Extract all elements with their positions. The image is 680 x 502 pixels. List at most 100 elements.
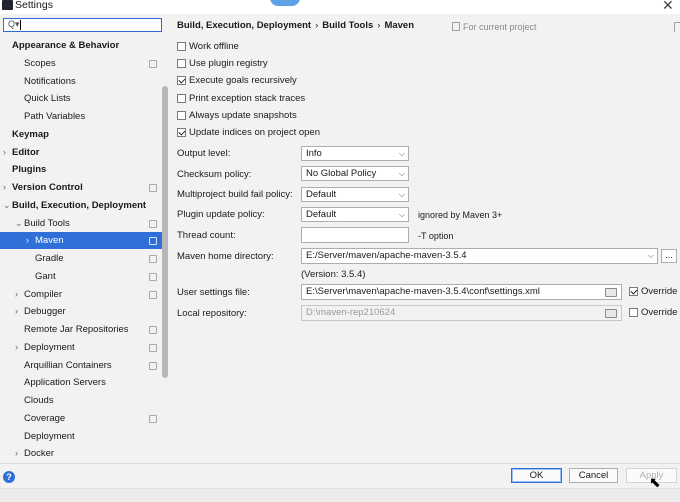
search-icon: Q▾ xyxy=(8,19,20,29)
folder-icon xyxy=(605,309,617,318)
chevron-down-icon: ⌵ xyxy=(398,149,405,158)
tree-item[interactable]: Appearance & Behavior xyxy=(0,37,162,54)
tree-item-label: Maven xyxy=(35,235,64,247)
project-scope-icon xyxy=(149,59,157,68)
checkbox-box[interactable] xyxy=(177,42,186,51)
project-scope-icon xyxy=(149,326,157,334)
chevron-right-icon[interactable]: › xyxy=(3,179,6,196)
tree-item-label: Editor xyxy=(12,146,40,158)
tree-item-label: Compiler xyxy=(24,288,63,300)
chevron-right-icon[interactable]: › xyxy=(26,232,29,249)
tree-item[interactable]: › Version Control xyxy=(0,179,162,196)
tree-item[interactable]: Arquillian Containers xyxy=(0,357,162,374)
checkbox-box[interactable] xyxy=(177,93,186,103)
tree-item[interactable]: Gradle xyxy=(0,250,162,267)
tree-item[interactable]: Clouds xyxy=(0,392,162,409)
option-checkbox[interactable]: Always update snapshots xyxy=(177,110,297,124)
folder-icon[interactable] xyxy=(605,288,617,297)
tree-item[interactable]: Plugins xyxy=(0,161,162,178)
chevron-right-icon[interactable]: › xyxy=(15,303,18,320)
chevron-right-icon[interactable]: › xyxy=(15,445,18,462)
tree-item[interactable]: Application Servers xyxy=(0,374,162,391)
tree-item[interactable]: Quick Lists xyxy=(0,90,162,107)
checkbox-box[interactable] xyxy=(177,76,186,86)
search-input[interactable]: Q▾ xyxy=(3,18,162,32)
output-level-value: Info xyxy=(306,148,322,159)
tree-item[interactable]: › Editor xyxy=(0,144,162,161)
browse-maven-home-button[interactable]: ... xyxy=(661,249,677,263)
window-title: Settings xyxy=(15,0,53,11)
tree-item[interactable]: › Debugger xyxy=(0,303,162,320)
chevron-down-icon[interactable]: ⌄ xyxy=(3,197,11,214)
tree-item-label: Appearance & Behavior xyxy=(12,40,120,51)
output-level-select[interactable]: Info ⌵ xyxy=(301,146,409,161)
tree-item[interactable]: Gant xyxy=(0,268,162,285)
tree-item-label: Docker xyxy=(24,448,55,460)
option-checkbox[interactable]: Work offline xyxy=(177,41,239,55)
checkbox-label: Use plugin registry xyxy=(189,58,268,70)
option-checkbox[interactable]: Update indices on project open xyxy=(177,127,320,141)
local-repository-override-checkbox[interactable]: Override xyxy=(629,307,677,321)
checkbox-box[interactable] xyxy=(177,110,186,120)
maven-home-select[interactable]: E:/Server/maven/apache-maven-3.5.4 ⌵ xyxy=(301,248,658,264)
checksum-policy-select[interactable]: No Global Policy ⌵ xyxy=(301,166,409,181)
for-current-project-note: For current project xyxy=(452,22,537,32)
project-icon xyxy=(452,22,460,31)
tree-item[interactable]: Remote Jar Repositories xyxy=(0,321,162,338)
plugin-update-policy-label: Plugin update policy: xyxy=(177,209,265,220)
app-icon xyxy=(2,0,13,10)
tree-item-label: Scopes xyxy=(24,57,56,69)
override-label: Override xyxy=(641,286,678,297)
tree-item[interactable]: › Maven xyxy=(0,232,162,250)
tree-item[interactable]: › Deployment xyxy=(0,339,162,356)
tree-item[interactable]: Scopes xyxy=(0,55,162,72)
tree-item-label: Deployment xyxy=(24,341,75,353)
checkbox-label: Execute goals recursively xyxy=(189,75,297,87)
checkbox-box[interactable] xyxy=(177,59,186,69)
checkbox-box[interactable] xyxy=(629,287,638,296)
project-scope-icon xyxy=(149,219,157,228)
ok-button[interactable]: OK xyxy=(511,468,562,483)
multiproject-fail-policy-select[interactable]: Default ⌵ xyxy=(301,187,409,202)
tree-item[interactable]: ⌄ Build, Execution, Deployment xyxy=(0,197,162,214)
chevron-right-icon[interactable]: › xyxy=(15,286,18,303)
taskbar-strip xyxy=(0,488,680,502)
output-level-label: Output level: xyxy=(177,148,231,159)
cancel-button[interactable]: Cancel xyxy=(569,468,618,483)
breadcrumb-part-3: Maven xyxy=(384,20,415,31)
option-checkbox[interactable]: Execute goals recursively xyxy=(177,75,297,89)
thread-count-input[interactable] xyxy=(301,227,409,243)
local-repository-label: Local repository: xyxy=(177,308,247,319)
chevron-down-icon[interactable]: ⌄ xyxy=(15,215,23,232)
checkbox-box[interactable] xyxy=(629,308,638,317)
chevron-right-icon[interactable]: › xyxy=(15,339,18,356)
tree-item[interactable]: Notifications xyxy=(0,73,162,90)
tree-item[interactable]: Path Variables xyxy=(0,108,162,125)
title-bar xyxy=(0,0,680,14)
tree-item[interactable]: ⌄ Build Tools xyxy=(0,215,162,232)
option-checkbox[interactable]: Print exception stack traces xyxy=(177,93,305,107)
plugin-update-policy-select[interactable]: Default ⌵ xyxy=(301,207,409,222)
for-current-project-label: For current project xyxy=(463,22,537,32)
help-icon[interactable]: ? xyxy=(3,471,15,483)
reset-icon[interactable] xyxy=(674,22,680,32)
tree-item[interactable]: Deployment xyxy=(0,428,162,445)
breadcrumb: Build, Execution, Deployment › Build Tools… xyxy=(177,20,414,31)
tree-item-label: Debugger xyxy=(24,306,66,318)
checkbox-label: Print exception stack traces xyxy=(189,92,306,104)
user-settings-override-checkbox[interactable]: Override xyxy=(629,286,677,300)
thread-count-label: Thread count: xyxy=(177,230,236,241)
close-icon[interactable]: ✕ xyxy=(662,0,674,14)
project-scope-icon xyxy=(149,255,157,263)
tree-item[interactable]: › Docker xyxy=(0,445,162,462)
tree-item[interactable]: › Compiler xyxy=(0,286,162,303)
maven-version-text: (Version: 3.5.4) xyxy=(301,269,366,280)
user-settings-input[interactable]: E:\Server\maven\apache-maven-3.5.4\conf\… xyxy=(301,284,622,300)
tree-item-label: Coverage xyxy=(24,412,66,424)
chevron-right-icon[interactable]: › xyxy=(3,144,6,161)
tree-item-label: Deployment xyxy=(24,430,75,442)
tree-item[interactable]: Keymap xyxy=(0,126,162,143)
option-checkbox[interactable]: Use plugin registry xyxy=(177,58,268,72)
checkbox-box[interactable] xyxy=(177,128,186,137)
tree-item[interactable]: Coverage xyxy=(0,410,162,427)
